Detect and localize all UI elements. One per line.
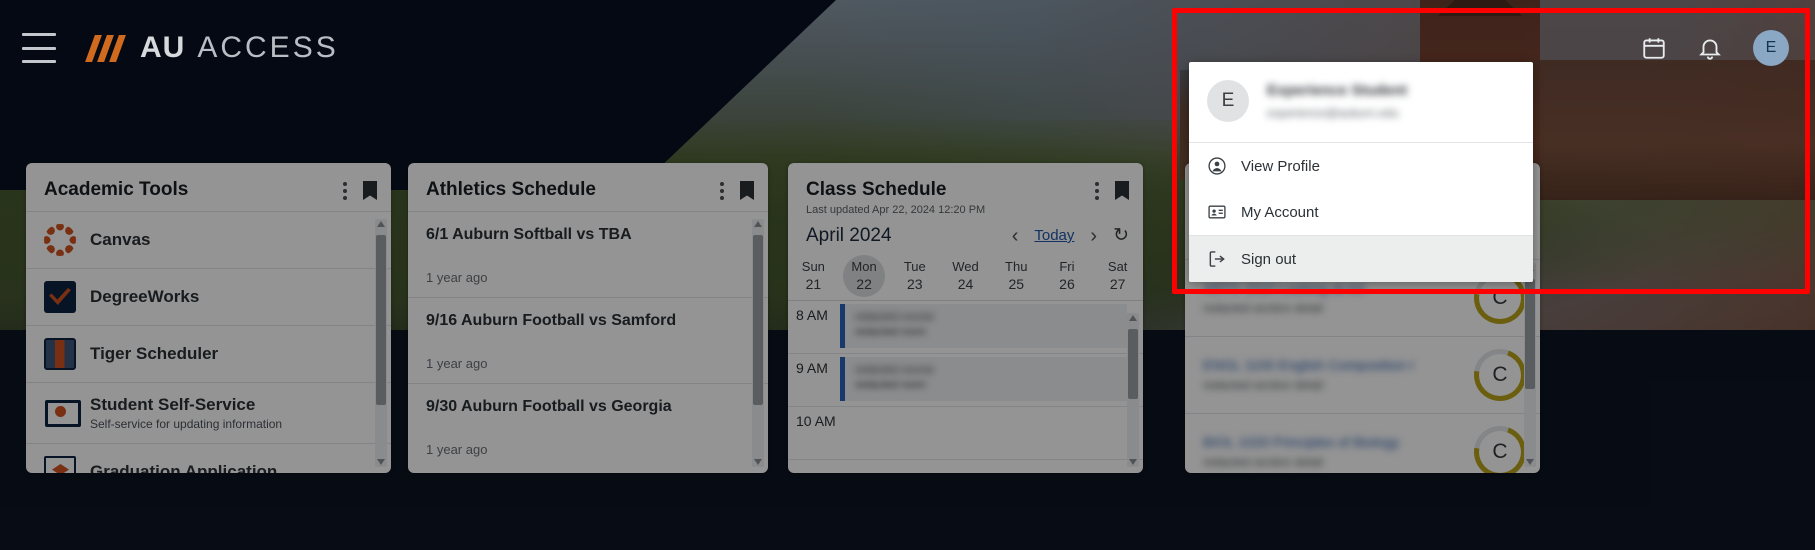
menu-item-label: Sign out <box>1241 250 1297 268</box>
slashes-icon <box>85 34 126 62</box>
sign-out-icon <box>1209 251 1225 267</box>
profile-user-summary: E Experience Student experience@auburn.e… <box>1189 62 1533 142</box>
avatar[interactable]: E <box>1753 30 1789 66</box>
menu-item-label: View Profile <box>1241 157 1320 175</box>
hamburger-icon[interactable] <box>22 33 56 63</box>
top-navigation-bar: AU ACCESS E <box>0 0 1815 96</box>
menu-item-label: My Account <box>1241 203 1319 221</box>
menu-item-my-account[interactable]: My Account <box>1189 189 1533 235</box>
profile-dropdown-menu: E Experience Student experience@auburn.e… <box>1189 62 1533 282</box>
brand-logo[interactable]: AU ACCESS <box>85 31 339 65</box>
id-card-icon <box>1208 205 1226 219</box>
avatar: E <box>1207 80 1249 122</box>
menu-item-view-profile[interactable]: View Profile <box>1189 143 1533 189</box>
profile-user-email: experience@auburn.edu <box>1267 106 1399 120</box>
brand-access-text: ACCESS <box>197 31 339 64</box>
brand-au-text: AU <box>140 31 186 64</box>
calendar-icon[interactable] <box>1641 35 1667 61</box>
profile-user-name: Experience Student <box>1267 82 1408 99</box>
au-access-dashboard: Academic Tools Canvas DegreeWorks Tiger … <box>0 0 1815 550</box>
bell-icon[interactable] <box>1697 35 1723 61</box>
menu-item-sign-out[interactable]: Sign out <box>1189 236 1533 282</box>
user-circle-icon <box>1208 157 1226 175</box>
